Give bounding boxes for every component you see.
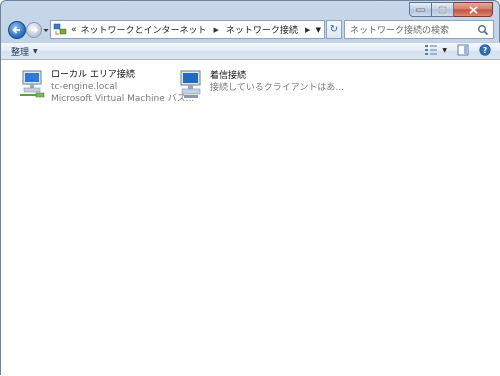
chevron-down-icon[interactable]: ▼ <box>442 47 447 54</box>
back-arrow-icon <box>12 26 20 34</box>
breadcrumb-network-connections[interactable]: ネットワーク接続 <box>224 23 300 36</box>
connection-details: 着信接続 接続しているクライアントはあ... <box>210 70 344 100</box>
refresh-button[interactable]: ↻ <box>326 20 342 39</box>
close-icon <box>468 5 478 14</box>
minimize-button[interactable] <box>409 2 432 17</box>
organize-label: 整理 <box>11 48 30 58</box>
network-folder-icon <box>53 23 67 35</box>
connection-name: 着信接続 <box>210 71 247 81</box>
search-icon[interactable] <box>477 24 489 36</box>
incoming-connection-icon <box>180 70 201 98</box>
address-bar[interactable]: « ネットワークとインターネット ▶ ネットワーク接続 ▶ ▼ <box>50 20 325 39</box>
restore-icon <box>438 5 447 14</box>
breadcrumb: « ネットワークとインターネット ▶ ネットワーク接続 ▶ <box>69 23 315 37</box>
file-list: ローカル エリア接続 tc-engine.local Microsoft Vir… <box>1 60 500 376</box>
search-box[interactable]: ネットワーク接続の検索 <box>344 20 494 39</box>
svg-text:?: ? <box>483 46 488 55</box>
preview-pane-icon <box>457 44 469 56</box>
refresh-icon: ↻ <box>329 24 339 35</box>
connection-device: Microsoft Virtual Machine バス... <box>51 94 195 104</box>
connection-status: 接続しているクライアントはあ... <box>210 83 344 93</box>
connection-name: ローカル エリア接続 <box>51 70 135 80</box>
caption-buttons <box>409 2 493 17</box>
chevron-down-icon: ▼ <box>33 48 38 55</box>
connection-incoming[interactable]: 着信接続 接続しているクライアントはあ... <box>176 70 344 100</box>
back-button[interactable] <box>8 21 26 39</box>
recent-pages-dropdown[interactable] <box>42 24 50 36</box>
connection-details: ローカル エリア接続 tc-engine.local Microsoft Vir… <box>51 69 194 105</box>
breadcrumb-separator-icon[interactable]: ▶ <box>209 26 224 34</box>
breadcrumb-overflow[interactable]: « <box>69 25 79 35</box>
organize-button[interactable]: 整理 ▼ <box>11 45 38 58</box>
view-options-icon <box>425 45 438 55</box>
minimize-icon <box>416 8 425 11</box>
navigation-bar: « ネットワークとインターネット ▶ ネットワーク接続 ▶ ▼ ↻ ネットワーク… <box>1 18 500 42</box>
explorer-window: « ネットワークとインターネット ▶ ネットワーク接続 ▶ ▼ ↻ ネットワーク… <box>0 0 500 376</box>
breadcrumb-network-internet[interactable]: ネットワークとインターネット <box>79 23 209 36</box>
search-input[interactable]: ネットワーク接続の検索 <box>345 23 477 36</box>
address-history-dropdown[interactable]: ▼ <box>316 26 321 34</box>
change-view-button[interactable]: ▼ <box>424 44 447 56</box>
preview-pane-button[interactable] <box>457 44 469 56</box>
connection-network: tc-engine.local <box>51 82 118 92</box>
help-button[interactable]: ? <box>479 44 491 56</box>
command-bar: 整理 ▼ ▼ ? <box>1 42 500 60</box>
connection-local-area[interactable]: ローカル エリア接続 tc-engine.local Microsoft Vir… <box>17 69 194 105</box>
command-bar-right: ▼ ? <box>414 44 491 56</box>
forward-arrow-icon <box>31 26 39 34</box>
close-button[interactable] <box>454 2 493 17</box>
chevron-down-icon <box>43 29 49 32</box>
breadcrumb-separator-icon[interactable]: ▶ <box>300 26 315 34</box>
network-adapter-icon <box>20 70 45 98</box>
help-icon: ? <box>479 44 491 56</box>
forward-button[interactable] <box>26 22 42 38</box>
maximize-button[interactable] <box>432 2 454 17</box>
